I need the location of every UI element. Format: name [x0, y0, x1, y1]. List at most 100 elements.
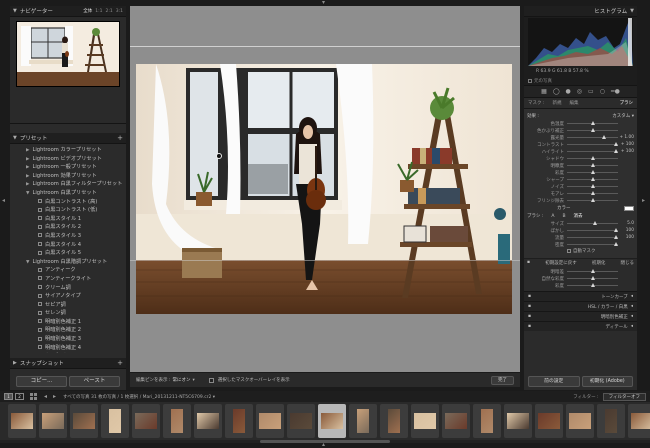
effect-select[interactable]: カスタム ▾ — [612, 113, 634, 119]
expand-triangle-icon[interactable]: ▶ — [13, 360, 17, 366]
filmstrip-thumbnail[interactable] — [628, 404, 650, 438]
previous-settings-button[interactable]: 前の設定 — [528, 376, 580, 387]
preset-item[interactable]: 白黒スタイル 1 — [10, 215, 126, 224]
image-canvas[interactable] — [130, 6, 520, 372]
slider-track[interactable] — [567, 128, 618, 132]
slider-knob[interactable] — [614, 228, 619, 232]
preset-item[interactable]: アンティークライト — [10, 275, 126, 284]
forward-arrow-icon[interactable]: ▸ — [53, 393, 56, 400]
slider-track[interactable] — [567, 135, 618, 139]
collapse-triangle-icon[interactable]: ▶ — [26, 157, 29, 162]
slider-knob[interactable] — [590, 170, 595, 174]
toggle-icon[interactable]: ▪ — [527, 260, 530, 265]
slider-track[interactable] — [567, 170, 618, 174]
collapsed-section-header[interactable]: ▪ 明暗別色補正 ◂ — [524, 311, 637, 321]
slider-value[interactable]: 5.0 — [618, 221, 634, 226]
filmstrip-thumbnail[interactable] — [287, 404, 315, 438]
slider-value[interactable]: + 1.00 — [618, 135, 634, 140]
dropdown-arrow-icon[interactable]: ▾ — [192, 378, 194, 383]
slider-value[interactable]: 100 — [618, 228, 634, 233]
filmstrip-thumbnail[interactable] — [163, 404, 191, 438]
preset-item[interactable]: 白黒スタイル 2 — [10, 223, 126, 232]
slider-knob[interactable] — [614, 235, 619, 239]
section-toggle-icon[interactable]: ▪ — [528, 324, 531, 329]
zoom-option-1-1[interactable]: 1:1 — [95, 9, 102, 14]
section-toggle-icon[interactable]: ▪ — [528, 294, 531, 299]
expand-triangle-icon[interactable]: ◂ — [631, 304, 633, 309]
preset-folder[interactable]: ▶ユーザープリセット — [10, 352, 126, 353]
collapse-triangle-icon[interactable]: ▼ — [13, 8, 17, 14]
slider-track[interactable] — [567, 149, 619, 153]
filmstrip-thumbnail[interactable] — [597, 404, 625, 438]
expand-triangle-icon[interactable]: ◂ — [631, 294, 633, 299]
slider-track[interactable] — [567, 121, 618, 125]
preset-folder[interactable]: ▶ Lightroom ビデオプリセット — [10, 155, 126, 164]
zoom-option-fit[interactable]: 全体 — [83, 8, 92, 14]
reset-defaults-link[interactable]: 初期設定に戻す — [545, 260, 577, 266]
expand-triangle-icon[interactable]: ▼ — [26, 191, 29, 196]
preset-item[interactable]: 白黒コントラスト (高) — [10, 198, 126, 207]
preset-item[interactable]: 白黒スタイル 5 — [10, 249, 126, 258]
filmstrip-thumbnail[interactable] — [256, 404, 284, 438]
preset-item[interactable]: セピア調 — [10, 301, 126, 310]
preset-item[interactable]: クリーム調 — [10, 284, 126, 293]
filmstrip-thumbnail[interactable] — [504, 404, 532, 438]
slider-track[interactable] — [567, 142, 619, 146]
right-panel-toggle-icon[interactable]: ▸ — [642, 198, 645, 204]
filmstrip-thumbnail[interactable] — [318, 404, 346, 438]
slider-track[interactable] — [567, 198, 618, 202]
slider-track[interactable] — [567, 228, 619, 232]
preset-item[interactable]: 白黒コントラスト (低) — [10, 206, 126, 215]
slider-knob[interactable] — [590, 269, 595, 273]
slider-knob[interactable] — [590, 156, 595, 160]
filmstrip-thumbnail[interactable] — [566, 404, 594, 438]
collapsed-section-header[interactable]: ▪ トーンカーブ ◂ — [524, 291, 637, 301]
filmstrip-thumbnail[interactable] — [442, 404, 470, 438]
preset-item[interactable]: 明暗別色補正 3 — [10, 335, 126, 344]
preset-item[interactable]: 明暗別色補正 2 — [10, 326, 126, 335]
spot-removal-icon[interactable]: ● — [566, 88, 571, 95]
tab-brush[interactable]: ブラシ — [620, 100, 633, 106]
collapse-triangle-icon[interactable]: ▶ — [26, 165, 29, 170]
filmstrip-thumbnail[interactable] — [535, 404, 563, 438]
histogram-header[interactable]: ヒストグラム ▼ — [524, 6, 637, 17]
tab-new[interactable]: 新規 — [552, 100, 561, 106]
slider-knob[interactable] — [593, 221, 598, 225]
slider-knob[interactable] — [601, 135, 606, 139]
reset-adobe-button[interactable]: 初期化 (Adobe) — [581, 376, 633, 387]
red-eye-icon[interactable]: ◎ — [577, 88, 582, 95]
slider-track[interactable] — [567, 191, 618, 195]
collapsed-section-header[interactable]: ▪ HSL / カラー / 白黒 ◂ — [524, 301, 637, 311]
histogram-graph[interactable] — [528, 18, 633, 66]
collapse-triangle-icon[interactable]: ▶ — [26, 148, 29, 153]
adjustment-brush-icon[interactable]: ━● — [611, 88, 620, 95]
slider-knob[interactable] — [590, 163, 595, 167]
preset-folder[interactable]: ▼ Lightroom 白黒プリセット — [10, 189, 126, 198]
slider-knob[interactable] — [590, 184, 595, 188]
zoom-option-2-1[interactable]: 2:1 — [106, 9, 113, 14]
slider-value[interactable]: 100 — [618, 235, 634, 240]
section-toggle-icon[interactable]: ▪ — [528, 314, 531, 319]
preset-item[interactable]: 白黒スタイル 3 — [10, 232, 126, 241]
tab-edit[interactable]: 編集 — [569, 100, 578, 106]
filmstrip-thumbnail[interactable] — [411, 404, 439, 438]
color-swatch[interactable] — [624, 205, 634, 211]
edit-pin-select[interactable]: 常にオン — [172, 377, 190, 383]
main-photo[interactable] — [136, 64, 512, 314]
preset-folder[interactable]: ▼ Lightroom 白黒階調プリセット — [10, 258, 126, 267]
add-preset-icon[interactable]: + — [117, 134, 123, 142]
presets-header[interactable]: ▼ プリセット + — [10, 133, 126, 144]
slider-track[interactable] — [567, 235, 619, 239]
original-photo-toggle[interactable]: 元の写真 — [528, 78, 552, 84]
bottom-panel-toggle-icon[interactable]: ▴ — [322, 442, 325, 448]
filmstrip-thumbnail[interactable] — [225, 404, 253, 438]
brush-tab-b[interactable]: B — [562, 214, 565, 219]
slider-knob[interactable] — [590, 128, 595, 132]
slider-track[interactable] — [567, 156, 618, 160]
overlay-checkbox[interactable] — [208, 377, 214, 383]
grid-view-icon[interactable] — [30, 393, 37, 400]
preset-item[interactable]: サイアノタイプ — [10, 292, 126, 301]
slider-knob[interactable] — [614, 242, 619, 246]
slider-knob[interactable] — [590, 198, 595, 202]
collapse-triangle-icon[interactable]: ▼ — [630, 8, 634, 14]
